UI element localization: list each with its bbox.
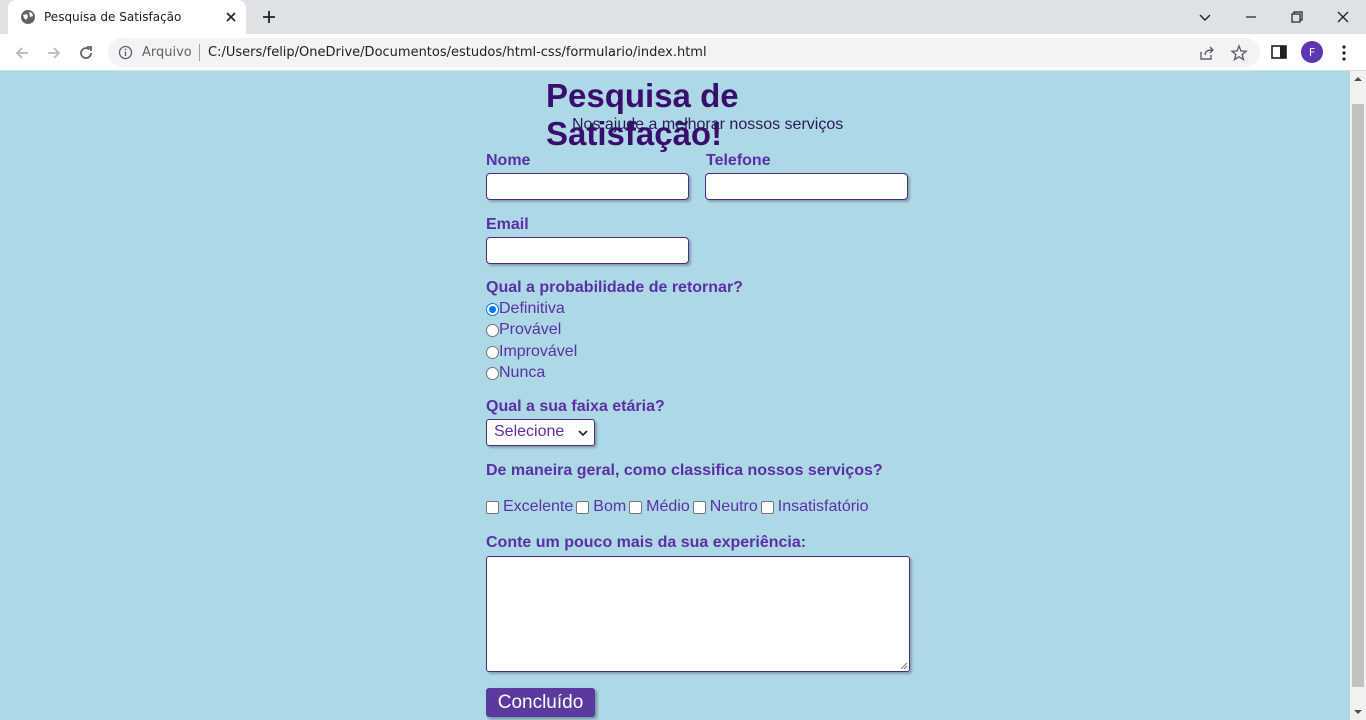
page-title: Pesquisa de Satisfação! [546,77,739,152]
rating-label: Médio [646,498,690,515]
tab-search-chevron-icon[interactable] [1194,6,1216,28]
phone-label: Telefone [706,152,771,169]
profile-avatar[interactable]: F [1301,41,1323,63]
rating-label: Excelente [503,498,574,515]
rating-label: Neutro [709,498,758,515]
rating-label: Insatisfatório [777,498,869,515]
side-panel-icon[interactable] [1270,43,1288,61]
page-viewport: Pesquisa de Satisfação! Nos ajude a melh… [0,71,1350,720]
browser-toolbar: Arquivo C:/Users/felip/OneDrive/Document… [0,34,1366,71]
menu-kebab-icon[interactable] [1336,43,1352,63]
return-option-nunca[interactable]: Nunca [486,364,545,382]
return-question: Qual a probabilidade de retornar? [486,279,743,296]
name-label: Nome [486,152,531,169]
page-subtitle: Nos ajude a melhorar nossos serviços [572,116,844,133]
age-select-value: Selecione [494,423,565,440]
resize-handle-icon[interactable] [899,661,908,670]
radio-button[interactable] [486,302,499,316]
address-bar[interactable]: Arquivo C:/Users/felip/OneDrive/Document… [108,38,1260,67]
address-url[interactable]: C:/Users/felip/OneDrive/Documentos/estud… [208,45,707,60]
scroll-up-arrow-icon[interactable] [1354,75,1362,83]
info-icon[interactable] [118,45,133,60]
return-option-definitiva[interactable]: Definitiva [486,300,565,318]
checkbox-bom[interactable] [576,500,590,514]
scroll-down-arrow-icon[interactable] [1354,708,1362,716]
close-window-icon[interactable] [1332,6,1354,28]
new-tab-icon[interactable] [260,8,278,26]
return-option-improvavel[interactable]: Improvável [486,343,577,361]
chevron-down-icon [578,430,588,437]
radio-button[interactable] [486,323,499,337]
globe-icon [21,10,35,24]
email-label: Email [486,216,529,233]
name-input[interactable] [486,173,689,200]
rating-question: De maneira geral, como classifica nossos… [486,462,883,479]
reload-icon[interactable] [76,43,96,63]
radio-label: Definitiva [499,300,565,317]
checkbox-insatisfatorio[interactable] [760,500,774,514]
age-question: Qual a sua faixa etária? [486,398,665,415]
address-scheme-label: Arquivo [142,45,192,60]
forward-arrow-icon[interactable] [44,43,64,63]
minimize-icon[interactable] [1240,6,1262,28]
submit-button[interactable]: Concluído [486,688,595,717]
email-input[interactable] [486,237,689,264]
experience-question: Conte um pouco mais da sua experiência: [486,534,807,551]
radio-label: Nunca [499,364,546,381]
radio-label: Provável [499,321,562,338]
checkbox-neutro[interactable] [692,500,706,514]
checkbox-excelente[interactable] [486,500,499,514]
rating-options: Excelente Bom Médio Neutro Insatisfatóri… [486,498,872,516]
checkbox-medio[interactable] [629,500,643,514]
scrollbar-thumb[interactable] [1352,104,1364,687]
tab-title: Pesquisa de Satisfação [44,10,182,24]
restore-icon[interactable] [1286,6,1308,28]
return-option-provavel[interactable]: Provável [486,321,561,339]
tab-strip: Pesquisa de Satisfação [0,0,1366,34]
age-select[interactable]: Selecione [486,419,595,446]
back-arrow-icon[interactable] [12,43,32,63]
share-icon[interactable] [1198,44,1216,62]
bookmark-star-icon[interactable] [1230,44,1248,62]
close-tab-icon[interactable] [224,10,238,24]
radio-button[interactable] [486,345,499,359]
browser-tab[interactable]: Pesquisa de Satisfação [8,0,246,34]
vertical-scrollbar[interactable] [1350,71,1366,720]
radio-button[interactable] [486,366,499,380]
experience-textarea[interactable] [486,556,910,672]
rating-label: Bom [593,498,627,515]
radio-label: Improvável [499,343,578,360]
address-divider [199,44,200,61]
phone-input[interactable] [705,173,908,200]
